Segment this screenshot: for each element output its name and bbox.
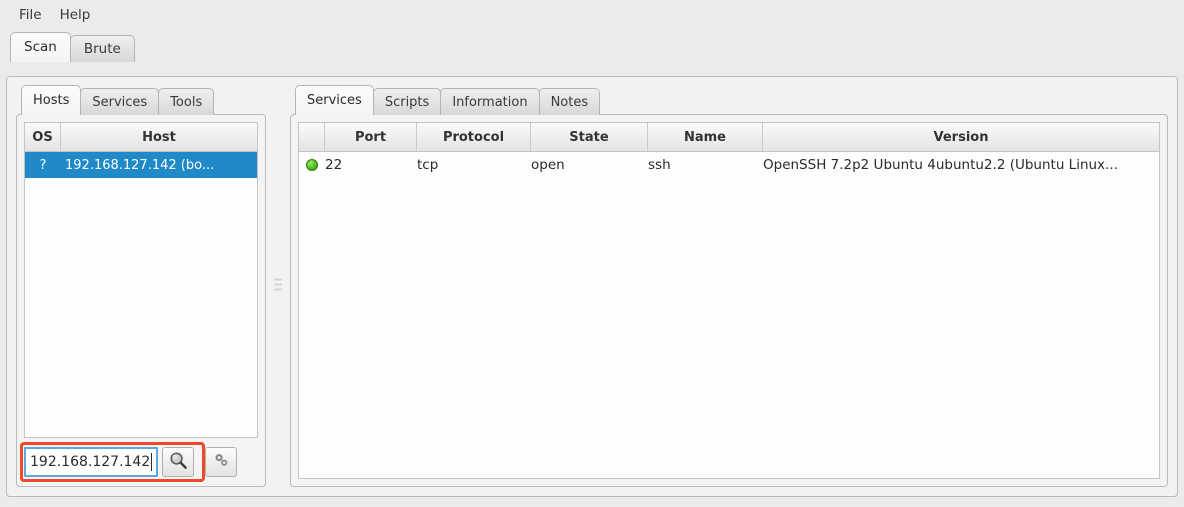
pane-splitter[interactable]	[266, 85, 290, 487]
hosts-table[interactable]: OS Host ? 192.168.127.142 (bo...	[24, 122, 258, 438]
split-view: Hosts Services Tools OS Host ? 192.168.1…	[16, 85, 1168, 487]
services-table[interactable]: Port Protocol State Name Version 22 tcp …	[298, 122, 1160, 479]
host-os-value: ?	[25, 158, 61, 173]
service-status-cell	[299, 159, 325, 171]
hosts-table-header: OS Host	[25, 123, 257, 152]
tab-hosts[interactable]: Hosts	[21, 85, 81, 115]
services-table-header: Port Protocol State Name Version	[299, 123, 1159, 152]
scan-controls	[24, 445, 258, 479]
scan-page-panel: Hosts Services Tools OS Host ? 192.168.1…	[6, 76, 1178, 497]
menu-item-file[interactable]: File	[10, 4, 51, 26]
left-pane: Hosts Services Tools OS Host ? 192.168.1…	[16, 85, 266, 487]
tab-information[interactable]: Information	[440, 88, 539, 115]
services-col-status	[299, 123, 325, 151]
table-row[interactable]: ? 192.168.127.142 (bo...	[25, 152, 257, 178]
tab-scripts[interactable]: Scripts	[373, 88, 441, 115]
services-pane-body: Port Protocol State Name Version 22 tcp …	[290, 114, 1168, 487]
tab-left-services[interactable]: Services	[80, 88, 159, 115]
service-version-value: OpenSSH 7.2p2 Ubuntu 4ubuntu2.2 (Ubuntu …	[763, 157, 1159, 173]
tab-scan[interactable]: Scan	[10, 32, 71, 62]
hosts-pane-body: OS Host ? 192.168.127.142 (bo...	[16, 114, 266, 487]
text-caret	[151, 453, 152, 471]
gears-icon	[213, 452, 230, 473]
services-col-port[interactable]: Port	[325, 123, 417, 151]
splitter-grip	[274, 279, 282, 294]
ip-target-input[interactable]	[24, 447, 158, 477]
scan-button[interactable]	[162, 447, 194, 477]
services-col-name[interactable]: Name	[648, 123, 763, 151]
service-name-value: ssh	[648, 157, 763, 173]
services-col-protocol[interactable]: Protocol	[417, 123, 531, 151]
hosts-col-host[interactable]: Host	[61, 123, 257, 151]
tab-notes[interactable]: Notes	[539, 88, 601, 115]
service-port-value: 22	[325, 157, 417, 173]
service-protocol-value: tcp	[417, 157, 531, 173]
menubar: File Help	[0, 0, 1184, 30]
right-pane: Services Scripts Information Notes Port …	[290, 85, 1168, 487]
scan-settings-button[interactable]	[205, 447, 237, 477]
magnifier-icon	[169, 451, 188, 474]
service-state-value: open	[531, 157, 648, 173]
table-row[interactable]: 22 tcp open ssh OpenSSH 7.2p2 Ubuntu 4ub…	[299, 152, 1159, 178]
services-col-version[interactable]: Version	[763, 123, 1159, 151]
open-dot-icon	[306, 159, 318, 171]
services-col-state[interactable]: State	[531, 123, 648, 151]
left-tabbar: Hosts Services Tools	[16, 85, 266, 115]
main-tabbar: Scan Brute	[0, 30, 1184, 62]
hosts-col-os[interactable]: OS	[25, 123, 61, 151]
tab-brute[interactable]: Brute	[70, 35, 135, 62]
menu-item-help[interactable]: Help	[51, 4, 100, 26]
right-tabbar: Services Scripts Information Notes	[290, 85, 1168, 115]
tab-services[interactable]: Services	[295, 85, 374, 115]
host-address-value: 192.168.127.142 (bo...	[61, 158, 257, 173]
tab-tools[interactable]: Tools	[158, 88, 214, 115]
